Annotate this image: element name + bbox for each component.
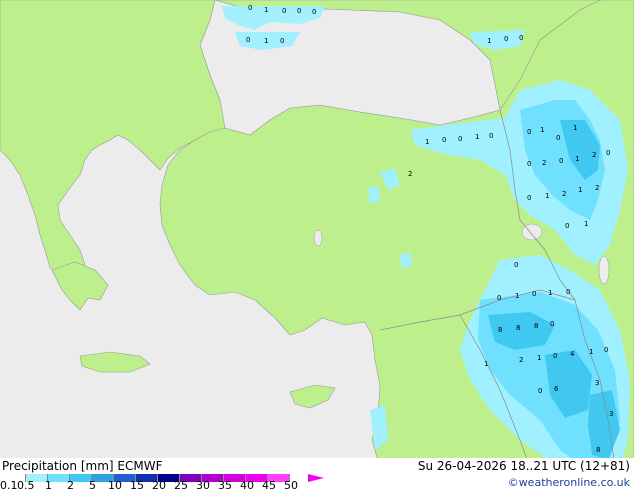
colorbar-tick-label: 5: [89, 479, 96, 492]
precip-value: 0: [504, 35, 508, 43]
legend-title: Precipitation [mm] ECMWF: [2, 459, 162, 473]
precip-value: 0: [559, 157, 563, 165]
precip-value: 2: [519, 356, 523, 364]
precip-value: 3: [609, 410, 613, 418]
precip-value: 3: [595, 379, 599, 387]
colorbar-tick-label: 0.1: [0, 479, 18, 492]
precip-value: 1: [425, 138, 429, 146]
precip-value: 1: [589, 348, 593, 356]
precip-value: 0: [566, 288, 570, 296]
precip-value: 1: [545, 192, 549, 200]
precip-value: 1: [573, 124, 577, 132]
precip-value: 1: [484, 360, 488, 368]
precip-value: 1: [264, 6, 268, 14]
precip-value: 0: [527, 194, 531, 202]
precip-value: 0: [280, 37, 284, 45]
precip-value: 0: [550, 320, 554, 328]
colorbar-tick-label: 2: [67, 479, 74, 492]
precip-value: 1: [575, 155, 579, 163]
precip-value: 8: [534, 322, 538, 330]
precip-value: 8: [498, 326, 502, 334]
colorbar-tick-label: 15: [130, 479, 144, 492]
precip-value: 1: [540, 126, 544, 134]
precip-value: 0: [519, 34, 523, 42]
precip-value: 0: [246, 36, 250, 44]
colorbar-tick-label: 10: [108, 479, 122, 492]
precip-value: 0: [497, 294, 501, 302]
precip-value: 0: [297, 7, 301, 15]
legend-title-text: Precipitation [mm]: [2, 459, 114, 473]
colorbar-tick-label: 50: [284, 479, 298, 492]
precip-value: 1: [515, 292, 519, 300]
colorbar-tick-label: 40: [240, 479, 254, 492]
credit-link[interactable]: ©weatheronline.co.uk: [508, 476, 630, 489]
map-panel: 0 1 0 0 0 0 1 0 1 0 0 1 0 0 1 0 0 1 0 1 …: [0, 0, 634, 492]
precip-value: 2: [592, 151, 596, 159]
precip-value: 2: [408, 170, 412, 178]
precip-value: 2: [595, 184, 599, 192]
precip-value: 0: [556, 134, 560, 142]
precip-value: 0: [606, 149, 610, 157]
precip-value: 0: [532, 290, 536, 298]
precip-value: 1: [578, 186, 582, 194]
precip-value: 0: [442, 136, 446, 144]
forecast-timestamp: Su 26-04-2026 18..21 UTC (12+81): [417, 459, 630, 473]
precip-value: 0: [248, 4, 252, 12]
precip-value: 2: [542, 159, 546, 167]
model-name: ECMWF: [117, 459, 163, 473]
precip-value: 0: [565, 222, 569, 230]
precip-value: 1: [584, 220, 588, 228]
precip-value: 6: [554, 385, 559, 393]
precip-value: 0: [553, 352, 557, 360]
lake-urmia: [598, 255, 610, 285]
colorbar-tick-label: 20: [152, 479, 166, 492]
precip-value: 0: [312, 8, 316, 16]
precip-value: 1: [537, 354, 541, 362]
precip-value: 0: [604, 346, 608, 354]
precip-value: 8: [596, 446, 600, 454]
precip-value: 0: [527, 160, 531, 168]
precip-value: 8: [516, 324, 520, 332]
precip-value: 0: [489, 132, 493, 140]
precipitation-map: 0 1 0 0 0 0 1 0 1 0 0 1 0 0 1 0 0 1 0 1 …: [0, 0, 634, 468]
colorbar-tick-label: 45: [262, 479, 276, 492]
precip-value: 0: [458, 135, 462, 143]
lake-tuz: [313, 229, 323, 247]
colorbar-tick-label: 1: [45, 479, 52, 492]
precip-value: 1: [548, 289, 552, 297]
precip-value: 0: [538, 387, 542, 395]
precip-value: 1: [487, 37, 491, 45]
colorbar-tick-label: 0.5: [17, 479, 35, 492]
precip-value: 0: [282, 7, 286, 15]
precip-value: 4: [570, 350, 575, 358]
legend-footer: Precipitation [mm] ECMWF Su 26-04-2026 1…: [0, 458, 634, 492]
precip-value: 0: [514, 261, 518, 269]
precip-value: 1: [475, 133, 479, 141]
colorbar-tick-label: 30: [196, 479, 210, 492]
colorbar-tick-label: 25: [174, 479, 188, 492]
precip-value: 1: [264, 37, 268, 45]
precip-value: 0: [527, 128, 531, 136]
colorbar-labels: 0.1 0.5 1 2 5 10 15 20 25 30 35 40 45 50: [0, 479, 330, 492]
colorbar-tick-label: 35: [218, 479, 232, 492]
precip-value: 2: [562, 190, 566, 198]
